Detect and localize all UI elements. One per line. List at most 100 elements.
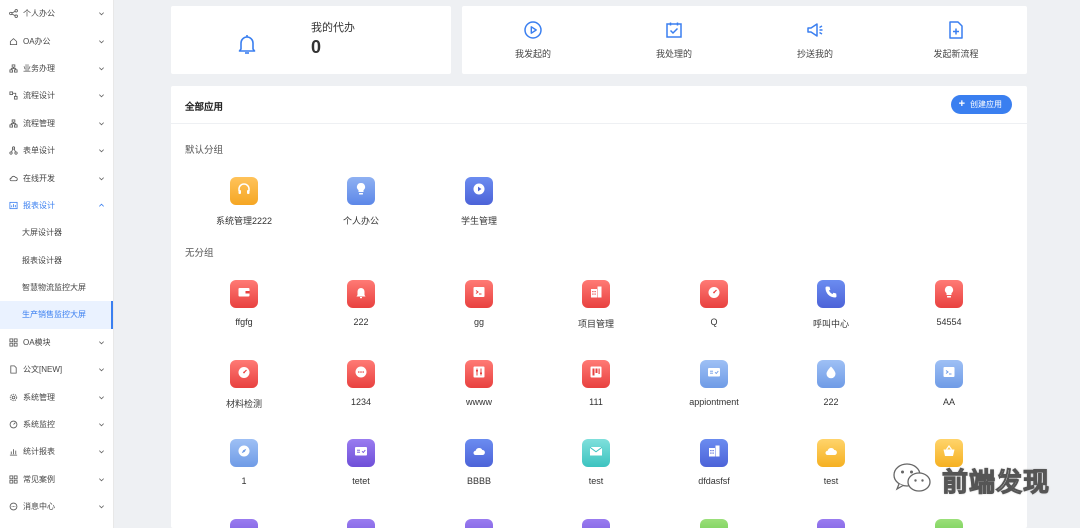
app-item[interactable] [311, 519, 411, 528]
app-label: 项目管理 [577, 319, 614, 329]
app-item[interactable]: BBBB [429, 439, 529, 486]
sidebar-item-oa-module[interactable]: OA模块 [0, 329, 113, 356]
app-tile [935, 519, 963, 528]
sidebar-subitem-sales-screen[interactable]: 生产销售监控大屏 [0, 301, 113, 330]
app-item[interactable]: 222 [311, 280, 411, 327]
app-item[interactable] [546, 519, 646, 528]
app-label: tetet [352, 476, 370, 486]
app-item[interactable] [429, 519, 529, 528]
app-item[interactable] [899, 519, 999, 528]
sidebar: 个人办公 OA办公 业务办理 流程设计 流程管理 表单设计 在线开发 报表设计 … [0, 0, 114, 528]
app-item[interactable]: 学生管理 [429, 177, 529, 227]
sidebar-item-business[interactable]: 业务办理 [0, 55, 113, 82]
chevron-down-icon [98, 366, 105, 373]
app-item[interactable]: 54554 [899, 280, 999, 327]
dashboard-icon [706, 284, 722, 305]
app-item[interactable]: appiontment [664, 360, 764, 407]
wechat-icon [890, 460, 934, 501]
phone-icon [823, 284, 839, 305]
sidebar-item-label: 系统管理 [23, 392, 55, 402]
app-item[interactable]: Q [664, 280, 764, 327]
wallet-icon [236, 284, 252, 305]
sidebar-item-online-dev[interactable]: 在线开发 [0, 164, 113, 191]
app-label: ffgfg [235, 317, 253, 327]
play-icon [471, 181, 487, 202]
org-icon [9, 64, 18, 73]
app-label: appiontment [689, 397, 739, 407]
quick-action-handled[interactable]: 我处理的 [629, 20, 719, 60]
app-item[interactable]: tetet [311, 439, 411, 486]
app-label: 材料检测 [225, 399, 262, 409]
app-item[interactable]: 1234 [311, 360, 411, 407]
sidebar-item-stat-report[interactable]: 统计报表 [0, 438, 113, 465]
todo-card[interactable]: 我的代办 0 [171, 6, 451, 74]
app-item[interactable]: ffgfg [194, 280, 294, 327]
app-label: dfdasfsf [698, 476, 730, 486]
sidebar-item-system-manage[interactable]: 系统管理 [0, 383, 113, 410]
sidebar-subitem-report-designer[interactable]: 报表设计器 [0, 247, 113, 274]
app-label: 个人办公 [342, 216, 379, 226]
app-tile [465, 177, 493, 205]
sidebar-item-form-design[interactable]: 表单设计 [0, 137, 113, 164]
app-item[interactable] [781, 519, 881, 528]
app-item[interactable]: test [546, 439, 646, 486]
chevron-down-icon [98, 120, 105, 127]
sidebar-item-flow-design[interactable]: 流程设计 [0, 82, 113, 109]
app-label: 111 [589, 397, 603, 407]
grid-icon [9, 338, 18, 347]
compass-icon [236, 443, 252, 464]
sidebar-item-report-design[interactable]: 报表设计 [0, 192, 113, 219]
app-item[interactable]: 系统管理2222 [194, 177, 294, 227]
sidebar-item-oa-office[interactable]: OA办公 [0, 27, 113, 54]
app-item[interactable]: 呼叫中心 [781, 280, 881, 330]
sidebar-item-flow-manage[interactable]: 流程管理 [0, 110, 113, 137]
app-tile [700, 280, 728, 308]
sidebar-item-label: 表单设计 [23, 146, 55, 156]
app-label: wwww [466, 397, 492, 407]
app-item[interactable] [194, 519, 294, 528]
quick-action-cc[interactable]: 抄送我的 [770, 20, 860, 60]
app-item[interactable]: dfdasfsf [664, 439, 764, 486]
sidebar-item-cases[interactable]: 常见案例 [0, 466, 113, 493]
app-item[interactable]: test [781, 439, 881, 486]
share-icon [9, 9, 18, 19]
app-item[interactable]: 材料检测 [194, 360, 294, 410]
sidebar-item-message-center[interactable]: 消息中心 [0, 493, 113, 520]
app-tile [230, 280, 258, 308]
app-item[interactable]: gg [429, 280, 529, 327]
create-app-button[interactable]: + 创建应用 [950, 95, 1012, 114]
app-tile [817, 360, 845, 388]
app-label: 54554 [936, 317, 962, 327]
sidebar-item-personal-office[interactable]: 个人办公 [0, 0, 113, 27]
app-label: 1234 [350, 397, 372, 407]
sidebar-item-label: 流程管理 [23, 118, 55, 128]
app-label: BBBB [466, 476, 491, 486]
sidebar-item-official-doc[interactable]: 公文[NEW] [0, 356, 113, 383]
sidebar-item-label: 个人办公 [23, 9, 55, 19]
app-item[interactable]: wwww [429, 360, 529, 407]
home-icon [9, 37, 18, 46]
grid-icon [9, 475, 18, 484]
quick-action-initiated[interactable]: 我发起的 [488, 20, 578, 60]
app-label: 学生管理 [460, 216, 497, 226]
app-item[interactable]: 1 [194, 439, 294, 486]
group-title-default: 默认分组 [185, 145, 224, 156]
quick-action-new-flow[interactable]: 发起新流程 [911, 20, 1001, 60]
panel-title: 全部应用 [185, 102, 224, 113]
sidebar-item-label: 业务办理 [23, 63, 55, 73]
app-tile [700, 439, 728, 467]
app-item[interactable]: 项目管理 [546, 280, 646, 330]
app-item[interactable]: AA [899, 360, 999, 407]
sidebar-item-label: 公文[NEW] [23, 365, 63, 375]
app-item[interactable]: 个人办公 [311, 177, 411, 227]
sidebar-subitem-logistics-screen[interactable]: 智慧物流监控大屏 [0, 274, 113, 301]
app-item[interactable] [664, 519, 764, 528]
bar-chart-icon [9, 447, 18, 456]
app-item[interactable]: 222 [781, 360, 881, 407]
sidebar-subitem-screen-designer[interactable]: 大屏设计器 [0, 219, 113, 246]
app-tile [465, 360, 493, 388]
app-item[interactable]: 111 [546, 360, 646, 407]
app-tile [230, 519, 258, 528]
sidebar-item-system-monitor[interactable]: 系统监控 [0, 411, 113, 438]
flow-icon [9, 91, 18, 100]
